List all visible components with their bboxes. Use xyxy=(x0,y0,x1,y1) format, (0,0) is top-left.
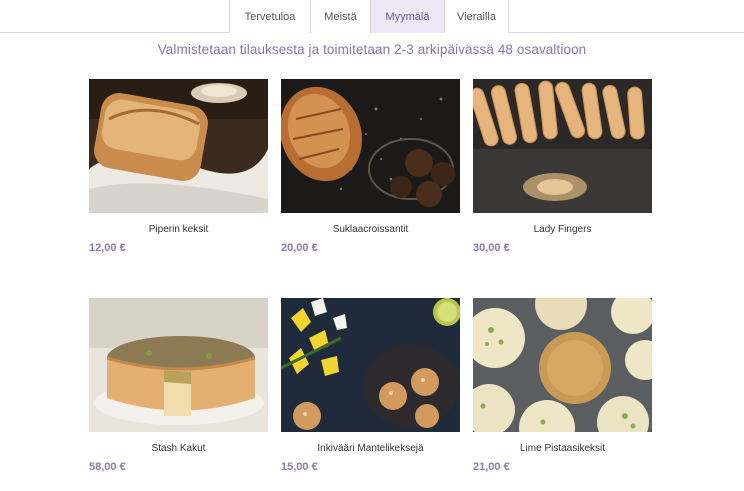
product-name[interactable]: Inkivääri Mantelikeksejä xyxy=(281,443,460,454)
product-image-suklaacroissantit[interactable] xyxy=(281,79,460,213)
product-image-piperin-keksit[interactable] xyxy=(89,79,268,213)
product-name[interactable]: Lime Pistaasikeksit xyxy=(473,443,652,454)
product-name[interactable]: Lady Fingers xyxy=(473,224,652,235)
product-image-lady-fingers[interactable] xyxy=(473,79,652,213)
product-price: 21,00 € xyxy=(473,461,510,473)
product-price: 20,00 € xyxy=(281,242,318,254)
product-name[interactable]: Piperin keksit xyxy=(89,224,268,235)
product-price: 30,00 € xyxy=(473,242,510,254)
product-name[interactable]: Stash Kakut xyxy=(89,443,268,454)
tab-vierailla[interactable]: Vieraillа xyxy=(444,0,509,33)
product-price: 12,00 € xyxy=(89,242,126,254)
tab-meista[interactable]: Meistä xyxy=(310,0,370,33)
tab-myymala[interactable]: Myymälä xyxy=(370,0,444,33)
tab-tervetuloa[interactable]: Tervetuloa xyxy=(229,0,310,33)
top-navigation: Tervetuloa Meistä Myymälä Vieraillа xyxy=(0,0,744,33)
product-image-inkivaari-mantelikekseja[interactable] xyxy=(281,298,460,432)
shipping-banner: Valmistetaan tilauksesta ja toimitetaan … xyxy=(157,42,587,57)
product-image-stash-kakut[interactable] xyxy=(89,298,268,432)
product-price: 15,00 € xyxy=(281,461,318,473)
product-image-lime-pistaasikeksit[interactable] xyxy=(473,298,652,432)
nav-tabs: Tervetuloa Meistä Myymälä Vieraillа xyxy=(229,0,509,33)
product-price: 58,00 € xyxy=(89,461,126,473)
product-name[interactable]: Suklaacroissantit xyxy=(281,224,460,235)
